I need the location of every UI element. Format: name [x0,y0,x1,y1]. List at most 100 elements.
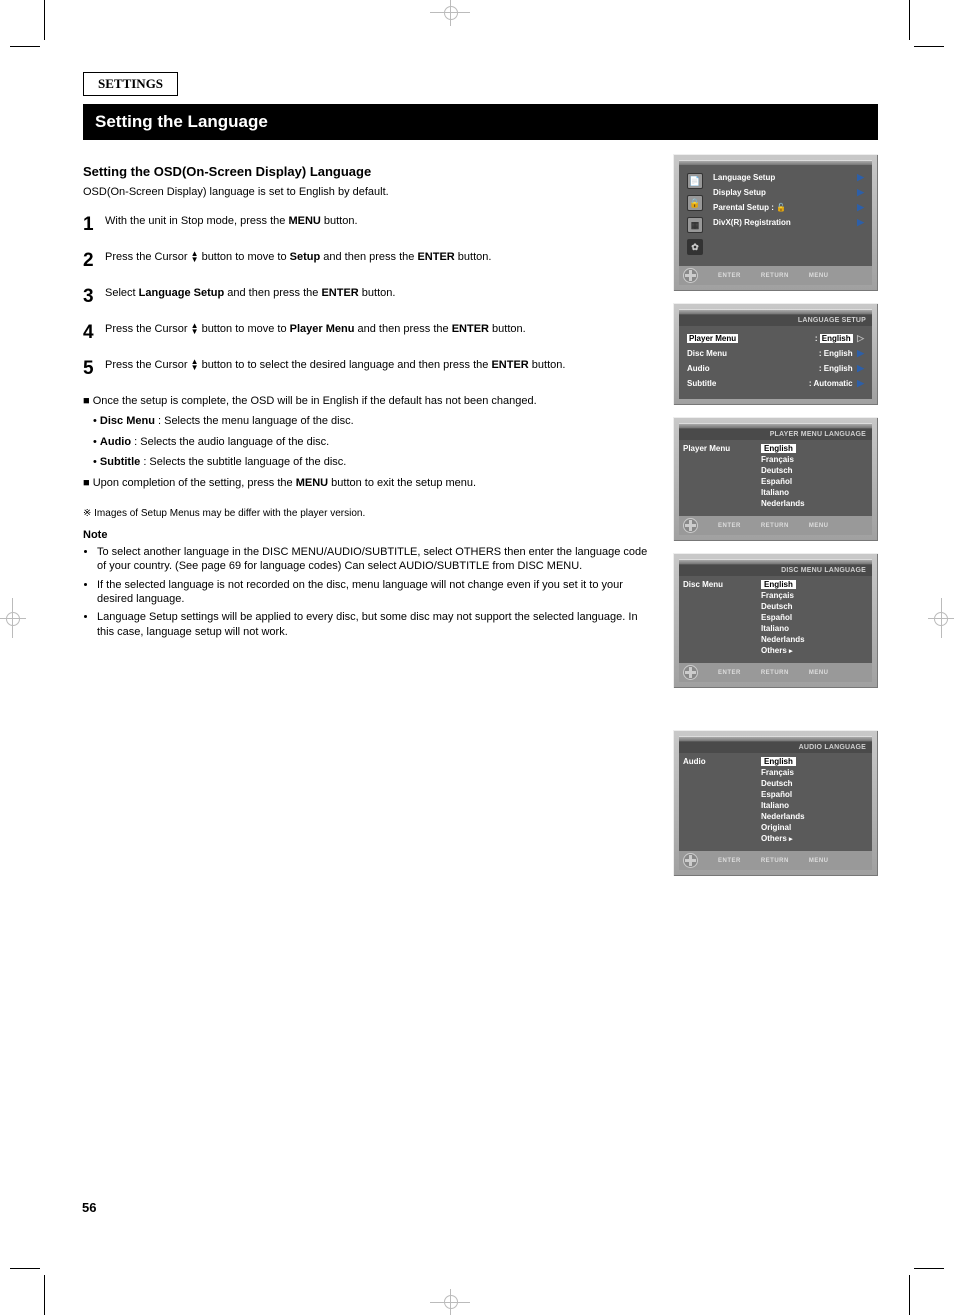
osd-row-label[interactable]: Subtitle [687,379,716,388]
osd-row-label[interactable]: Audio [687,364,710,373]
osd-main-setup: 📄 🔒 ▦ ✿ Language Setup ▶ Display Setup ▶ P… [673,154,878,291]
language-option[interactable]: Español [761,789,872,800]
dpad-icon [683,665,698,680]
osd-player-menu-language: PLAYER MENU LANGUAGE Player Menu English… [673,417,878,541]
language-option[interactable]: Original [761,822,872,833]
page-title: Setting the Language [83,104,878,140]
osd-left-label: Player Menu [679,441,761,515]
osd-footer: ENTER RETURN MENU [679,663,872,682]
language-option[interactable]: Italiano [761,800,872,811]
arrow-right-icon: ▶ [857,187,864,198]
osd-title: LANGUAGE SETUP [679,315,872,326]
enter-label: ENTER [718,858,741,864]
section-heading: Setting the OSD(On-Screen Display) Langu… [83,164,655,179]
language-option[interactable]: Nederlands [761,634,872,645]
body-line: • Disc Menu : Selects the menu language … [93,414,655,429]
arrow-right-icon: ▷ [857,333,864,343]
dpad-icon [683,268,698,283]
step-text: With the unit in Stop mode, press the ME… [105,214,655,236]
note-item: Language Setup settings will be applied … [97,610,655,639]
menu-label: MENU [809,273,829,279]
sub-note: ※ Images of Setup Menus may be differ wi… [83,508,655,519]
osd-row-label[interactable]: Player Menu [687,334,738,343]
step-number: 5 [83,358,105,380]
language-option[interactable]: Français [761,590,872,601]
language-option[interactable]: Español [761,612,872,623]
arrow-right-icon: ▶ [857,378,864,388]
arrow-right-icon: ▶ [857,217,864,228]
step-number: 3 [83,286,105,308]
language-option[interactable]: English [761,756,872,767]
language-option[interactable]: Nederlands [761,811,872,822]
osd-item[interactable]: DivX(R) Registration [713,218,791,227]
step-text: Select Language Setup and then press the… [105,286,655,308]
grid-icon: ▦ [687,217,703,233]
gear-icon: ✿ [687,239,703,255]
language-option[interactable]: Español [761,476,872,487]
return-label: RETURN [761,858,789,864]
osd-left-label: Disc Menu [679,577,761,662]
intro-text: OSD(On-Screen Display) language is set t… [83,185,655,200]
osd-audio-language: AUDIO LANGUAGE Audio EnglishFrançaisDeut… [673,730,878,876]
arrow-right-icon: ▶ [857,348,864,358]
language-option[interactable]: Deutsch [761,465,872,476]
note-item: If the selected language is not recorded… [97,578,655,607]
osd-footer: ENTER RETURN MENU [679,851,872,870]
arrow-right-icon: ▶ [857,172,864,183]
osd-icon-column: 📄 🔒 ▦ ✿ [687,170,707,258]
osd-left-label: Audio [679,754,761,850]
body-line: • Audio : Selects the audio language of … [93,435,655,450]
language-option[interactable]: Deutsch [761,601,872,612]
arrow-right-icon: ▶ [857,363,864,373]
body-line: ■ Once the setup is complete, the OSD wi… [83,394,655,409]
body-line: • Subtitle : Selects the subtitle langua… [93,455,655,470]
osd-row-value: English [824,364,853,373]
enter-label: ENTER [718,670,741,676]
language-option[interactable]: Italiano [761,487,872,498]
padlock-icon: 🔓 [776,203,786,212]
enter-label: ENTER [718,523,741,529]
osd-item[interactable]: Language Setup [713,173,775,182]
osd-row-value: Automatic [814,379,853,388]
language-option[interactable]: Français [761,454,872,465]
return-label: RETURN [761,273,789,279]
menu-label: MENU [809,670,829,676]
osd-disc-menu-language: DISC MENU LANGUAGE Disc Menu EnglishFran… [673,553,878,688]
language-option[interactable]: English [761,443,872,454]
language-option[interactable]: Français [761,767,872,778]
language-option[interactable]: Nederlands [761,498,872,509]
language-option[interactable]: Others ▸ [761,833,872,844]
step-number: 1 [83,214,105,236]
step-text: Press the Cursor ▲▼ button to move to Se… [105,250,655,272]
settings-tab: SETTINGS [83,72,178,96]
menu-label: MENU [809,858,829,864]
language-option[interactable]: Others ▸ [761,645,872,656]
osd-language-setup: LANGUAGE SETUP Player Menu: English ▷ Di… [673,303,878,405]
osd-main-list: Language Setup ▶ Display Setup ▶ Parental … [707,170,864,258]
osd-title: PLAYER MENU LANGUAGE [679,429,872,440]
dpad-icon [683,853,698,868]
language-option[interactable]: Italiano [761,623,872,634]
osd-row-label[interactable]: Disc Menu [687,349,727,358]
step-text: Press the Cursor ▲▼ button to move to Pl… [105,322,655,344]
osd-footer: ENTER RETURN MENU [679,516,872,535]
osd-footer: ENTER RETURN MENU [679,266,872,285]
return-label: RETURN [761,523,789,529]
language-option[interactable]: Deutsch [761,778,872,789]
osd-row-value: English [820,334,853,343]
enter-label: ENTER [718,273,741,279]
return-label: RETURN [761,670,789,676]
arrow-right-icon: ▶ [857,202,864,213]
note-heading: Note [83,529,655,541]
menu-label: MENU [809,523,829,529]
osd-title: AUDIO LANGUAGE [679,742,872,753]
osd-row-value: English [824,349,853,358]
lock-icon: 🔒 [687,195,703,211]
step-number: 2 [83,250,105,272]
page-number: 56 [82,1200,96,1215]
osd-item[interactable]: Display Setup [713,188,766,197]
language-option[interactable]: English [761,579,872,590]
osd-item[interactable]: Parental Setup : 🔓 [713,203,786,212]
doc-icon: 📄 [687,173,703,189]
dpad-icon [683,518,698,533]
